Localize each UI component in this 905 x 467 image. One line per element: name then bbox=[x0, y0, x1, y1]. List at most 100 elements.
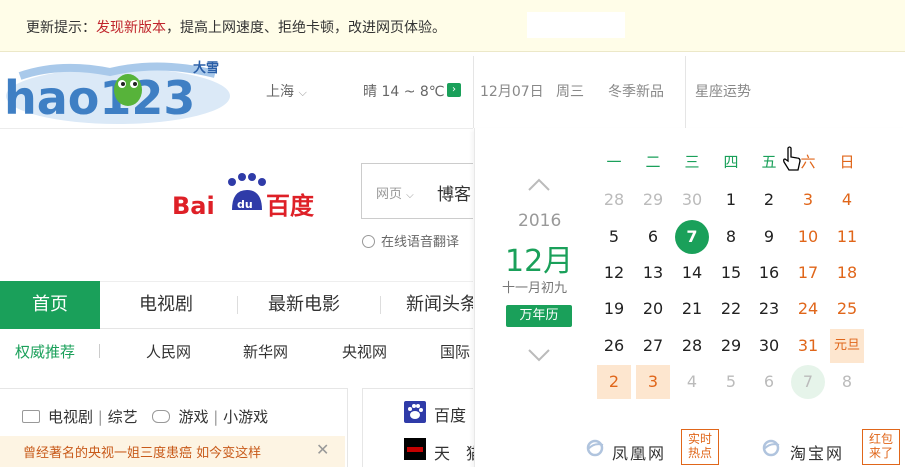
svg-text:大雪: 大雪 bbox=[193, 60, 219, 76]
calendar-day[interactable]: 25 bbox=[830, 292, 864, 326]
calendar-month: 12月 bbox=[505, 244, 574, 279]
tmall-icon bbox=[404, 438, 426, 460]
notice-suffix: ，提高上网速度、拒绝卡顿，改进网页体验。 bbox=[166, 20, 446, 36]
winter-products-link[interactable]: 冬季新品 bbox=[608, 81, 664, 101]
calendar-day[interactable]: 10 bbox=[791, 220, 825, 254]
calendar-day[interactable]: 18 bbox=[830, 256, 864, 290]
site-link-baidu[interactable]: 百度 bbox=[434, 402, 466, 426]
calendar-day[interactable]: 24 bbox=[791, 292, 825, 326]
subnav-item-intl[interactable]: 国际 bbox=[440, 341, 473, 362]
subnav-item-xinhua[interactable]: 新华网 bbox=[243, 341, 288, 362]
calendar-day[interactable]: 1 bbox=[714, 183, 748, 217]
nav-tab-news[interactable]: 新闻头条 bbox=[406, 281, 473, 329]
calendar-day[interactable]: 2 bbox=[597, 365, 631, 399]
baidu-paw-icon bbox=[404, 401, 426, 423]
subnav-highlight[interactable]: 权威推荐 bbox=[15, 341, 75, 362]
calendar-day-today[interactable]: 7 bbox=[675, 220, 709, 254]
category-row: 电视剧 | 综艺 游戏 | 小游戏 bbox=[22, 406, 268, 427]
calendar-year: 2016 bbox=[518, 211, 562, 231]
calendar-day[interactable]: 4 bbox=[830, 183, 864, 217]
calendar-day[interactable]: 27 bbox=[636, 329, 670, 363]
calendar-day[interactable]: 12 bbox=[597, 256, 631, 290]
close-icon[interactable]: ✕ bbox=[316, 440, 329, 459]
calendar-day[interactable]: 30 bbox=[675, 183, 709, 217]
new-version-link[interactable]: 发现新版本 bbox=[96, 20, 166, 36]
search-type-selector[interactable]: 网页 ⌵ bbox=[376, 183, 414, 202]
ie-icon bbox=[762, 439, 780, 457]
calendar-weekday-header: 二 bbox=[645, 153, 661, 171]
calendar-day[interactable]: 28 bbox=[597, 183, 631, 217]
calendar-day[interactable]: 3 bbox=[791, 183, 825, 217]
calendar-day[interactable]: 29 bbox=[714, 329, 748, 363]
calendar-day[interactable]: 6 bbox=[636, 220, 670, 254]
nav-tab-home[interactable]: 首页 bbox=[0, 281, 100, 329]
category-mini-games[interactable]: 小游戏 bbox=[223, 408, 268, 426]
calendar-day[interactable]: 8 bbox=[830, 365, 864, 399]
calendar-day[interactable]: 16 bbox=[752, 256, 786, 290]
calendar-day[interactable]: 元旦 bbox=[830, 329, 864, 363]
calendar-day[interactable]: 7 bbox=[791, 365, 825, 399]
search-input[interactable]: 博客 bbox=[437, 180, 471, 205]
badge-line: 红包 bbox=[868, 432, 893, 446]
calendar-day[interactable]: 30 bbox=[752, 329, 786, 363]
category-variety[interactable]: 综艺 bbox=[108, 408, 138, 426]
calendar-day[interactable]: 20 bbox=[636, 292, 670, 326]
notice-prefix: 更新提示： bbox=[26, 20, 96, 36]
weather-more-icon[interactable]: › bbox=[447, 83, 461, 97]
city-label: 上海 bbox=[266, 84, 294, 100]
calendar-day[interactable]: 15 bbox=[714, 256, 748, 290]
chevron-up-icon[interactable] bbox=[528, 176, 550, 191]
weather-text[interactable]: 晴 14 ~ 8℃ bbox=[363, 81, 445, 101]
calendar-day[interactable]: 5 bbox=[597, 220, 631, 254]
calendar-day[interactable]: 11 bbox=[830, 220, 864, 254]
category-games[interactable]: 游戏 bbox=[178, 408, 208, 426]
site-link-phoenix[interactable]: 凤凰网 bbox=[612, 440, 666, 464]
hao123-logo[interactable]: hao123 大雪 bbox=[0, 56, 235, 128]
calendar-day[interactable]: 9 bbox=[752, 220, 786, 254]
date-text[interactable]: 12月07日 bbox=[480, 81, 544, 101]
calendar-day[interactable]: 21 bbox=[675, 292, 709, 326]
hot-news-badge[interactable]: 实时 热点 bbox=[681, 429, 719, 465]
site-link-taobao[interactable]: 淘宝网 bbox=[790, 440, 844, 464]
category-tv[interactable]: 电视剧 bbox=[48, 408, 93, 426]
calendar-day[interactable]: 23 bbox=[752, 292, 786, 326]
gamepad-icon bbox=[152, 410, 171, 423]
city-selector[interactable]: 上海 ⌵ bbox=[266, 81, 307, 101]
calendar-day[interactable]: 13 bbox=[636, 256, 670, 290]
svg-text:hao123: hao123 bbox=[4, 71, 195, 125]
subnav-item-people[interactable]: 人民网 bbox=[146, 341, 191, 362]
subnav-item-cctv[interactable]: 央视网 bbox=[342, 341, 387, 362]
subnav-divider bbox=[99, 344, 100, 358]
calendar-day[interactable]: 29 bbox=[636, 183, 670, 217]
perpetual-calendar-button[interactable]: 万年历 bbox=[506, 305, 572, 327]
calendar-day[interactable]: 8 bbox=[714, 220, 748, 254]
svg-text:百度: 百度 bbox=[266, 192, 315, 220]
calendar-day[interactable]: 4 bbox=[675, 365, 709, 399]
update-notice-text: 更新提示：发现新版本，提高上网速度、拒绝卡顿，改进网页体验。 bbox=[26, 17, 446, 37]
calendar-day[interactable]: 2 bbox=[752, 183, 786, 217]
calendar-day[interactable]: 5 bbox=[714, 365, 748, 399]
search-type-label: 网页 bbox=[376, 187, 403, 202]
red-packet-badge[interactable]: 红包 来了 bbox=[862, 429, 900, 465]
calendar-day[interactable]: 14 bbox=[675, 256, 709, 290]
calendar-day[interactable]: 6 bbox=[752, 365, 786, 399]
header-bottom-line bbox=[0, 128, 473, 129]
calendar-day[interactable]: 17 bbox=[791, 256, 825, 290]
calendar-day[interactable]: 28 bbox=[675, 329, 709, 363]
chevron-down-icon[interactable] bbox=[528, 348, 550, 362]
ad-headline-link[interactable]: 曾经著名的央视一姐三度患癌 如今变这样 bbox=[23, 442, 261, 461]
nav-tab-tv[interactable]: 电视剧 bbox=[139, 281, 193, 329]
nav-divider bbox=[237, 296, 238, 314]
voice-translate-link[interactable]: 在线语音翻译 bbox=[362, 231, 459, 250]
calendar-weekday-header: 四 bbox=[723, 153, 739, 171]
badge-line: 来了 bbox=[868, 446, 893, 460]
calendar-day[interactable]: 22 bbox=[714, 292, 748, 326]
baidu-logo[interactable]: Bai du 百度 bbox=[170, 168, 330, 220]
nav-tab-movies[interactable]: 最新电影 bbox=[268, 281, 340, 329]
calendar-day[interactable]: 26 bbox=[597, 329, 631, 363]
horoscope-link[interactable]: 星座运势 bbox=[695, 81, 751, 101]
calendar-day[interactable]: 3 bbox=[636, 365, 670, 399]
svg-text:Bai: Bai bbox=[172, 192, 215, 220]
calendar-day[interactable]: 19 bbox=[597, 292, 631, 326]
calendar-day[interactable]: 31 bbox=[791, 329, 825, 363]
